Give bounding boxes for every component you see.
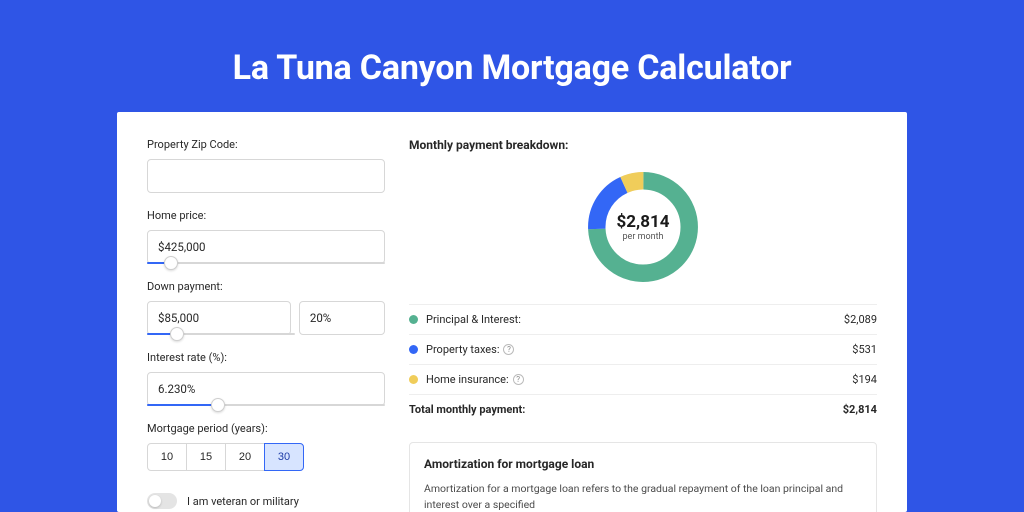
mortgage-period-label: Mortgage period (years):	[147, 422, 385, 435]
legend-value: $194	[852, 373, 877, 386]
period-button-30[interactable]: 30	[264, 443, 304, 471]
period-button-20[interactable]: 20	[225, 443, 265, 471]
legend-row-insurance: Home insurance: $194	[409, 365, 877, 395]
zip-label: Property Zip Code:	[147, 138, 385, 151]
donut-chart: $2,814 per month	[582, 166, 704, 288]
interest-rate-input[interactable]	[147, 372, 385, 406]
calculator-card: Property Zip Code: Home price: Down paym…	[117, 112, 907, 512]
zip-input[interactable]	[147, 159, 385, 193]
amortization-title: Amortization for mortgage loan	[424, 457, 862, 471]
home-price-label: Home price:	[147, 209, 385, 222]
legend-value: $531	[852, 343, 877, 356]
breakdown-title: Monthly payment breakdown:	[409, 138, 877, 152]
legend-dot-icon	[409, 345, 418, 354]
donut-chart-wrap: $2,814 per month	[409, 166, 877, 288]
down-payment-input[interactable]	[147, 301, 291, 335]
legend-dot-icon	[409, 315, 418, 324]
legend-row-taxes: Property taxes: $531	[409, 335, 877, 365]
down-payment-pct-input[interactable]	[299, 301, 385, 335]
total-value: $2,814	[843, 403, 877, 416]
form-panel: Property Zip Code: Home price: Down paym…	[147, 138, 385, 512]
down-payment-slider[interactable]	[147, 333, 295, 335]
legend-label: Principal & Interest:	[426, 313, 521, 326]
home-price-slider[interactable]	[147, 262, 385, 264]
legend-dot-icon	[409, 375, 418, 384]
veteran-label: I am veteran or military	[187, 495, 299, 508]
legend-row-principal: Principal & Interest: $2,089	[409, 304, 877, 335]
home-price-input[interactable]	[147, 230, 385, 264]
total-label: Total monthly payment:	[409, 403, 525, 416]
veteran-toggle-row: I am veteran or military	[147, 493, 385, 509]
period-button-10[interactable]: 10	[147, 443, 187, 471]
total-row: Total monthly payment: $2,814	[409, 395, 877, 424]
down-payment-label: Down payment:	[147, 280, 385, 293]
help-icon[interactable]	[513, 374, 524, 385]
period-button-15[interactable]: 15	[186, 443, 226, 471]
legend-value: $2,089	[844, 313, 877, 326]
legend-label: Property taxes:	[426, 343, 514, 356]
donut-sublabel: per month	[617, 232, 670, 242]
donut-amount: $2,814	[617, 212, 670, 232]
amortization-body: Amortization for a mortgage loan refers …	[424, 481, 862, 512]
amortization-card: Amortization for mortgage loan Amortizat…	[409, 442, 877, 512]
page-title: La Tuna Canyon Mortgage Calculator	[0, 0, 1024, 112]
legend-label: Home insurance:	[426, 373, 524, 386]
veteran-toggle[interactable]	[147, 493, 177, 509]
interest-rate-slider[interactable]	[147, 404, 385, 406]
interest-rate-label: Interest rate (%):	[147, 351, 385, 364]
breakdown-panel: Monthly payment breakdown: $2,814 per mo…	[409, 138, 877, 512]
mortgage-period-group: 10152030	[147, 443, 385, 471]
help-icon[interactable]	[503, 344, 514, 355]
